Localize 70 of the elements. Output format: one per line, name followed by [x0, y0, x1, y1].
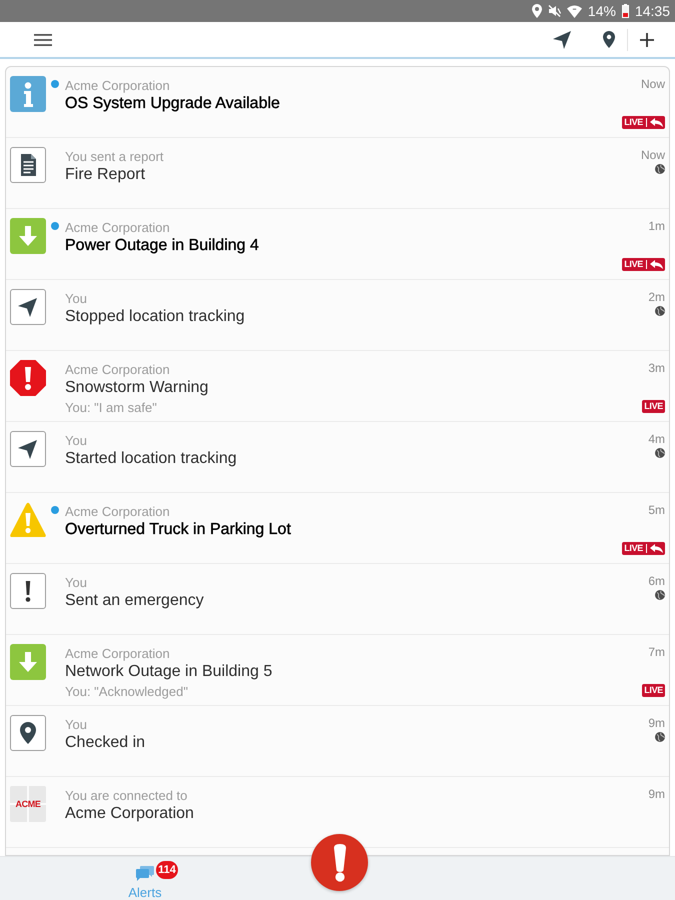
alert-sender: Acme Corporation: [65, 220, 171, 236]
map-pin-icon: [10, 715, 46, 751]
alert-sender: You sent a report: [65, 149, 165, 165]
alert-title: Sent an emergency: [65, 591, 205, 611]
alert-title: Snowstorm Warning: [65, 378, 210, 398]
alert-response: You: "I am safe": [65, 400, 158, 416]
alert-title: Power Outage in Building 4: [65, 236, 260, 256]
warning-icon: [10, 502, 46, 538]
alert-time: 6m: [648, 574, 665, 588]
alert-time: 3m: [648, 361, 665, 375]
muted-icon: [548, 5, 561, 17]
alert-row[interactable]: You sent a report Fire Report Now: [6, 138, 669, 209]
alert-sender: You: [65, 291, 88, 307]
company-logo: ACME: [10, 786, 46, 822]
alert-title: Network Outage in Building 5: [65, 662, 274, 682]
battery-icon: [622, 4, 629, 18]
alert-time: 4m: [648, 432, 665, 446]
alert-row[interactable]: You Sent an emergency 6m: [6, 564, 669, 635]
alert-row[interactable]: Acme Corporation Overturned Truck in Parking Lot 5m LIVE: [6, 493, 669, 564]
alert-sender: Acme Corporation: [65, 362, 171, 378]
alert-row[interactable]: You Checked in 9m: [6, 706, 669, 777]
live-label: LIVE: [644, 684, 663, 697]
alert-row[interactable]: You Stopped location tracking 2m: [6, 280, 669, 351]
live-label: LIVE: [644, 400, 663, 413]
document-icon: [10, 147, 46, 183]
alert-count-badge: 114: [156, 861, 178, 879]
live-label: LIVE: [624, 542, 643, 555]
alert-sender: You: [65, 717, 88, 733]
alert-sender: Acme Corporation: [65, 504, 171, 520]
alert-time: Now: [640, 77, 665, 91]
alert-sender: You: [65, 575, 88, 591]
live-label: LIVE: [624, 258, 643, 271]
alert-title: Checked in: [65, 733, 146, 753]
alert-title: Overturned Truck in Parking Lot: [65, 520, 292, 540]
navigation-arrow-icon: [553, 30, 571, 48]
alert-time: Now: [640, 148, 665, 162]
alert-row[interactable]: Acme Corporation Network Outage in Building 5 You: "Acknowledged" 7m LIVE: [6, 635, 669, 706]
clock-time: 14:35: [634, 2, 670, 21]
live-label: LIVE: [624, 116, 643, 129]
alert-sender: Acme Corporation: [65, 78, 171, 94]
map-pin-icon: [603, 31, 615, 48]
alert-title: Stopped location tracking: [65, 307, 246, 327]
stop-sign-icon: [10, 360, 46, 396]
alert-title: Started location tracking: [65, 449, 238, 469]
alert-sender: You: [65, 433, 88, 449]
alert-title: Fire Report: [65, 165, 146, 185]
wifi-icon: [566, 4, 582, 18]
alert-title: Acme Corporation: [65, 804, 195, 824]
alert-time: 9m: [648, 716, 665, 730]
alert-row[interactable]: You Started location tracking 4m: [6, 422, 669, 493]
alert-sender: You are connected to: [65, 788, 188, 804]
alert-row[interactable]: Acme Corporation OS System Upgrade Available Now LIVE: [6, 67, 669, 138]
alert-sender: Acme Corporation: [65, 646, 171, 662]
battery-percent: 14%: [588, 2, 616, 21]
alert-row[interactable]: Acme Corporation Snowstorm Warning You: "I am safe" 3m LIVE: [6, 351, 669, 422]
alert-row[interactable]: Acme Corporation Power Outage in Building 4 1m LIVE: [6, 209, 669, 280]
location-icon: [532, 4, 542, 18]
alert-time: 9m: [648, 787, 665, 801]
exclamation-icon: [332, 844, 346, 882]
plus-icon: [640, 32, 654, 46]
alert-response: You: "Acknowledged": [65, 684, 189, 700]
alert-time: 7m: [648, 645, 665, 659]
info-icon: [10, 76, 46, 112]
menu-icon: [34, 34, 52, 46]
alert-title: OS System Upgrade Available: [65, 94, 281, 114]
chat-bubbles-icon: [136, 866, 154, 881]
exclamation-icon: [10, 573, 46, 609]
alert-time: 1m: [648, 219, 665, 233]
alert-time: 2m: [648, 290, 665, 304]
alert-time: 5m: [648, 503, 665, 517]
